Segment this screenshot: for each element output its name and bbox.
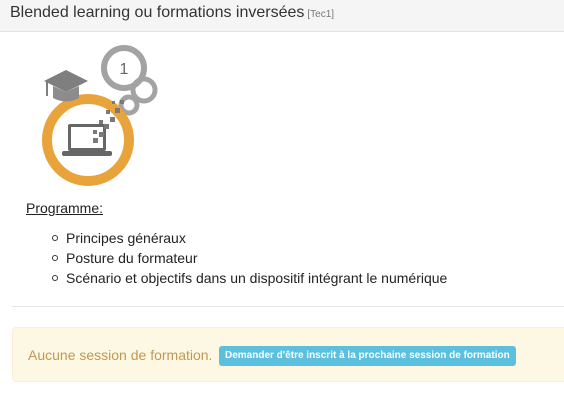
alert-message: Aucune session de formation. [28,347,213,363]
course-title: Blended learning ou formations inversées [10,4,305,21]
logo-number: 1 [120,61,129,78]
list-item: Scénario et objectifs dans un dispositif… [51,270,448,286]
course-code: [Tec1] [307,9,335,20]
session-alert: Aucune session de formation. Demander d'… [12,327,564,382]
programme-list: Principes généraux Posture du formateur … [51,228,448,288]
programme-title: Programme: [26,200,104,216]
list-item: Principes généraux [51,228,447,248]
divider [12,306,564,307]
page-header: Blended learning ou formations inversées… [0,0,564,32]
page-title: Blended learning ou formations inversées… [10,4,334,22]
request-registration-button[interactable]: Demander d'être inscrit à la prochaine s… [219,346,516,366]
list-item: Posture du formateur [51,248,447,268]
course-logo: 1 [42,45,158,186]
